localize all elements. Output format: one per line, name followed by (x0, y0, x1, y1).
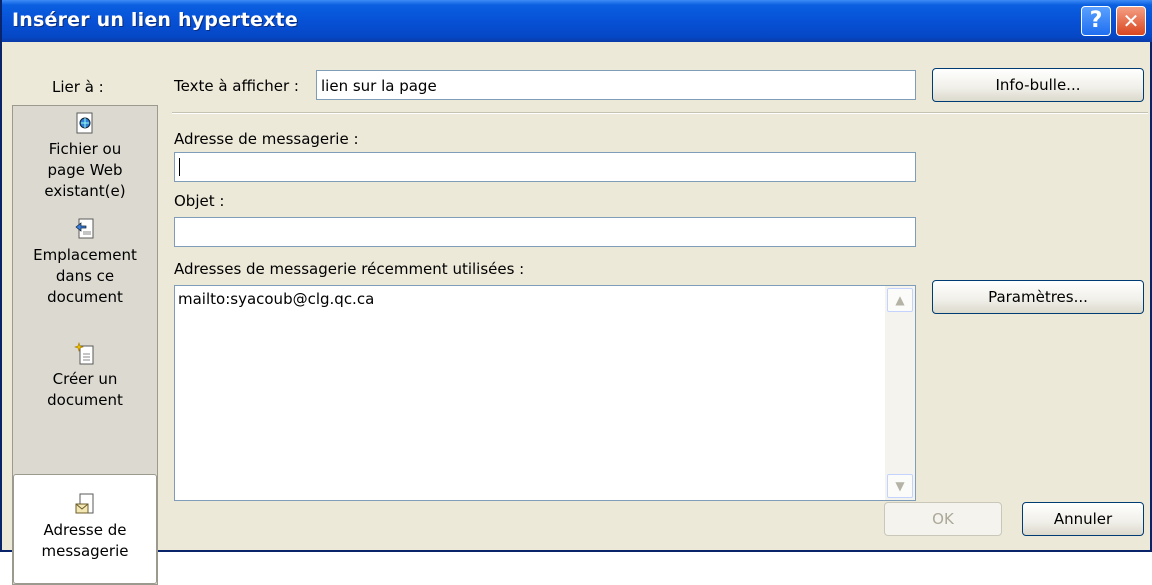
sidebar-item-label: dans ce (55, 267, 115, 285)
cancel-button[interactable]: Annuler (1022, 502, 1144, 536)
scroll-down-icon[interactable]: ▼ (887, 474, 913, 498)
sidebar-item-create-document[interactable]: Créer un document (13, 342, 157, 426)
hyperlink-dialog: Insérer un lien hypertexte ? ✕ Lier à : … (0, 0, 1152, 585)
email-address-label: Adresse de messagerie : (174, 130, 359, 148)
email-address-input[interactable] (174, 152, 916, 182)
link-to-label: Lier à : (52, 78, 104, 96)
sidebar-item-label: Fichier ou (48, 140, 122, 158)
display-text-input[interactable]: lien sur la page (316, 70, 916, 100)
vertical-scrollbar[interactable]: ▲ ▼ (885, 286, 915, 500)
dialog-body: Lier à : Fichier ou page Web existant(e) (4, 42, 1150, 585)
sidebar-item-label: existant(e) (44, 182, 126, 200)
scroll-up-icon[interactable]: ▲ (887, 288, 913, 312)
sidebar-item-label: Créer un (52, 370, 118, 388)
title-bar[interactable]: Insérer un lien hypertexte ? ✕ (2, 0, 1152, 42)
list-item[interactable]: mailto:syacoub@clg.qc.ca (178, 290, 374, 308)
sidebar-item-label: document (47, 288, 123, 306)
settings-button[interactable]: Paramètres... (932, 280, 1144, 314)
close-button[interactable]: ✕ (1116, 6, 1146, 36)
sidebar-item-existing-file[interactable]: Fichier ou page Web existant(e) (13, 112, 157, 208)
text-cursor (179, 158, 180, 176)
email-address-icon (75, 493, 94, 514)
window-title: Insérer un lien hypertexte (12, 9, 298, 31)
sidebar-item-email-address[interactable]: Adresse de messagerie (13, 474, 157, 584)
recent-addresses-label: Adresses de messagerie récemment utilisé… (174, 260, 525, 278)
document-place-icon (75, 218, 94, 239)
new-document-icon (74, 342, 94, 365)
sidebar-item-label: page Web (47, 161, 123, 179)
sidebar-item-label: document (47, 391, 123, 409)
help-button[interactable]: ? (1081, 6, 1111, 36)
file-web-icon (76, 112, 93, 134)
subject-label: Objet : (174, 192, 225, 210)
sidebar-item-place-in-document[interactable]: Emplacement dans ce document (13, 218, 157, 318)
ok-button[interactable]: OK (884, 502, 1002, 536)
recent-addresses-list[interactable]: mailto:syacoub@clg.qc.ca ▲ ▼ (174, 285, 916, 501)
sidebar-item-label: Adresse de (43, 521, 127, 539)
tooltip-button[interactable]: Info-bulle... (932, 68, 1144, 102)
separator-line (172, 112, 1148, 114)
sidebar-item-label: Emplacement (33, 246, 137, 264)
display-text-label: Texte à afficher : (174, 77, 299, 95)
link-to-sidebar: Fichier ou page Web existant(e) Emplacem… (12, 105, 158, 585)
subject-input[interactable] (174, 217, 916, 247)
